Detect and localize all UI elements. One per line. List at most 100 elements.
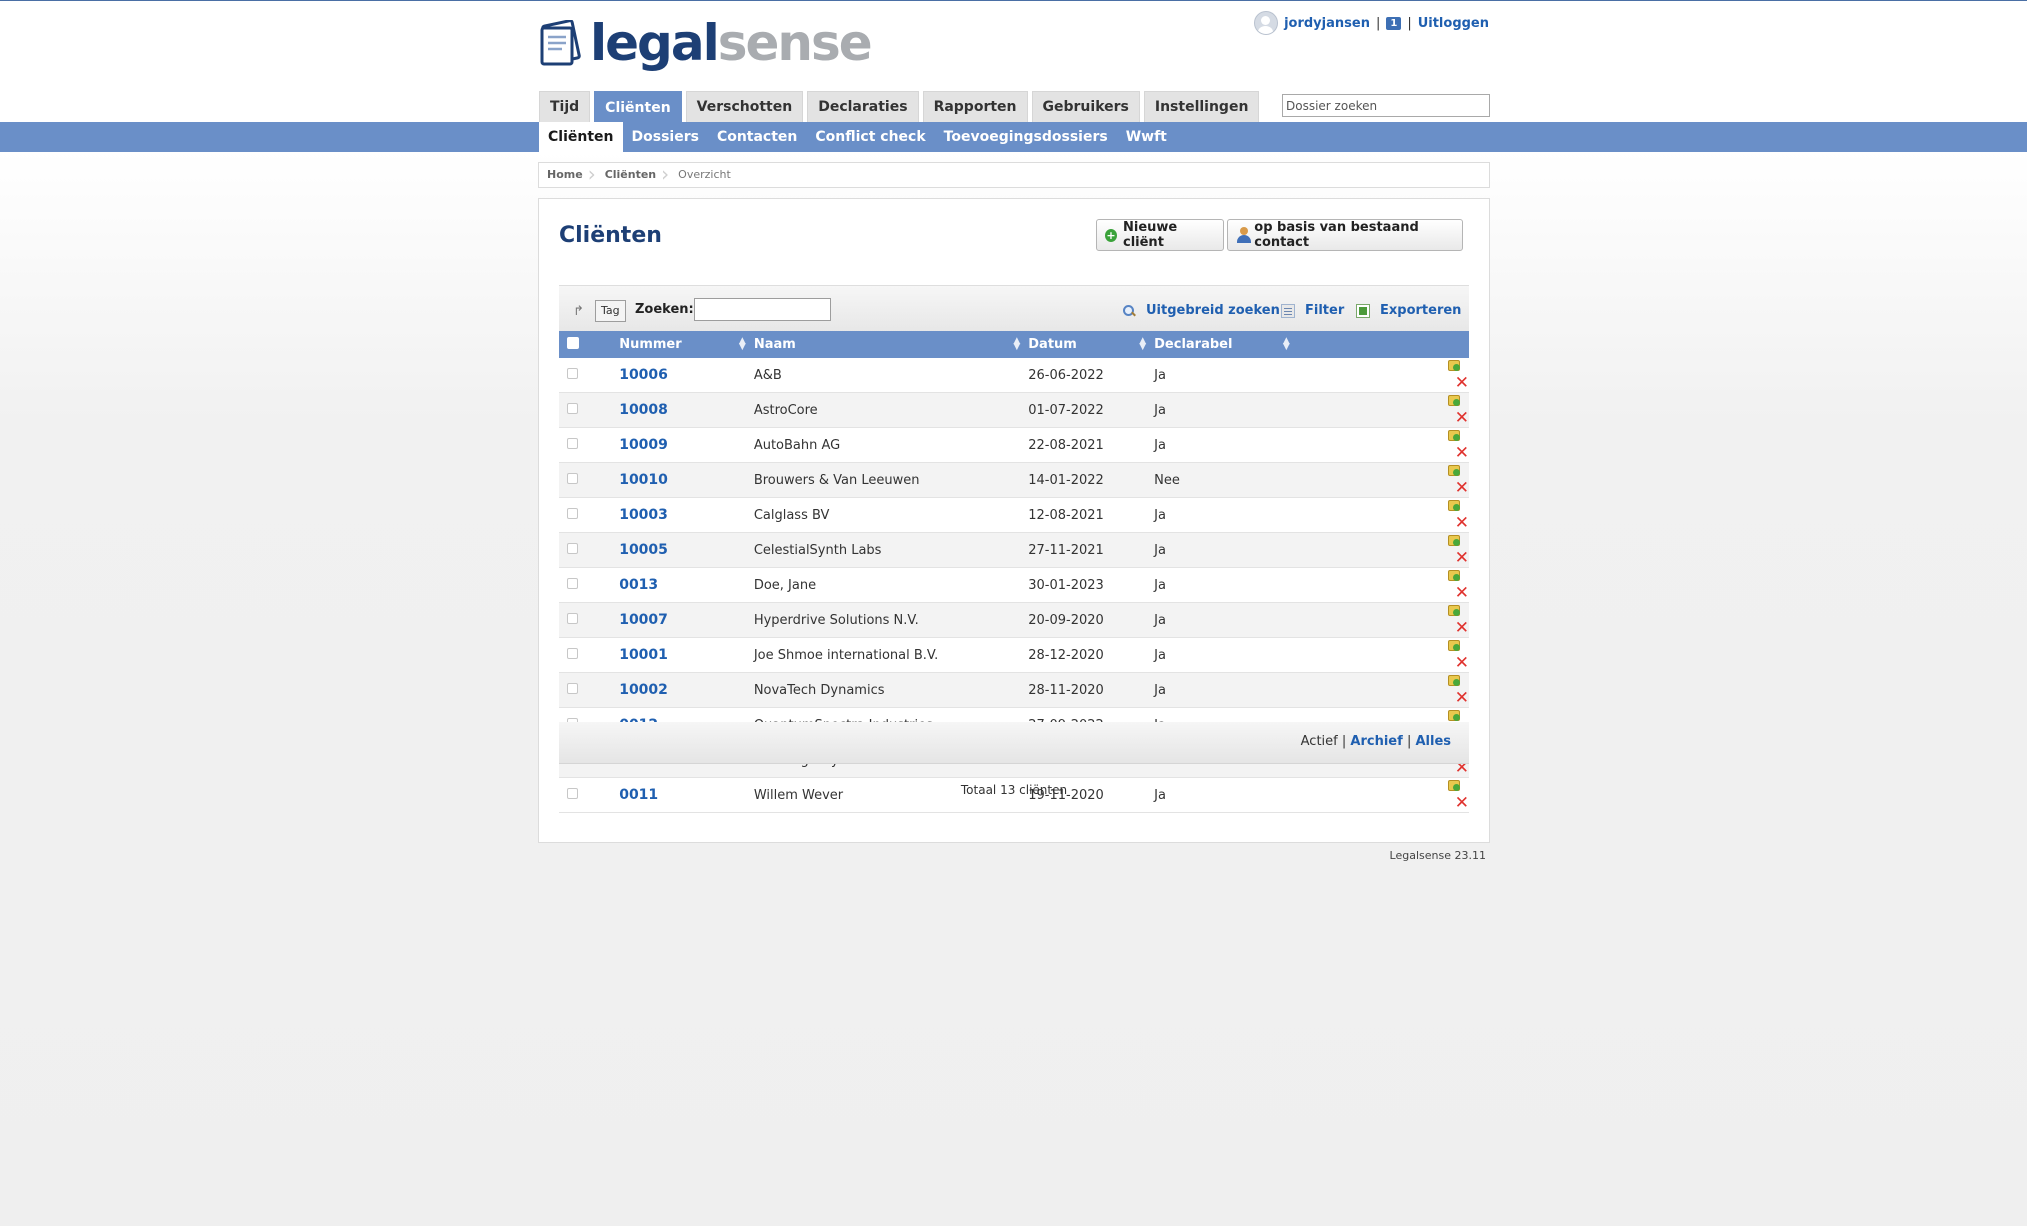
edit-icon[interactable]	[1447, 708, 1461, 722]
edit-icon[interactable]	[1447, 568, 1461, 582]
delete-icon[interactable]: ✕	[1455, 550, 1469, 567]
cell-actions: ✕	[1297, 392, 1469, 428]
delete-icon[interactable]: ✕	[1455, 410, 1469, 427]
client-number-link[interactable]: 10005	[619, 542, 668, 558]
notification-badge[interactable]: 1	[1386, 16, 1402, 30]
row-checkbox[interactable]	[567, 612, 578, 624]
client-number-link[interactable]: 10010	[619, 472, 668, 488]
cell-datum: 14-01-2022	[1028, 462, 1155, 498]
row-checkbox[interactable]	[567, 507, 578, 519]
breadcrumb-clienten[interactable]: Cliënten ›	[597, 163, 670, 187]
row-checkbox[interactable]	[567, 647, 578, 659]
cell-naam: NovaTech Dynamics	[753, 672, 1029, 708]
tab-gebruikers[interactable]: Gebruikers	[1031, 91, 1140, 122]
row-checkbox[interactable]	[567, 682, 578, 694]
person-icon	[1236, 227, 1252, 243]
edit-icon[interactable]	[1447, 428, 1461, 442]
cell-naam: Brouwers & Van Leeuwen	[753, 462, 1029, 498]
tab-tijd[interactable]: Tijd	[539, 91, 591, 122]
delete-icon[interactable]: ✕	[1455, 445, 1469, 462]
filter-alles[interactable]: Alles	[1415, 734, 1451, 749]
column-header-nummer[interactable]: Nummer ▲ ▼	[619, 331, 754, 358]
logo[interactable]: legalsense	[540, 17, 873, 69]
from-contact-button[interactable]: op basis van bestaand contact	[1227, 219, 1463, 251]
subtab-conflict-check[interactable]: Conflict check	[806, 122, 934, 152]
cell-actions: ✕	[1297, 462, 1469, 498]
tab-verschotten[interactable]: Verschotten	[685, 91, 804, 122]
subtab-dossiers[interactable]: Dossiers	[623, 122, 708, 152]
row-select-cell	[559, 358, 620, 393]
client-number-link[interactable]: 10002	[619, 682, 668, 698]
client-number-link[interactable]: 10008	[619, 402, 668, 418]
delete-icon[interactable]: ✕	[1455, 690, 1469, 707]
export-label: Exporteren	[1380, 303, 1462, 318]
new-client-label: Nieuwe cliënt	[1123, 220, 1178, 250]
cell-nummer: 10001	[619, 637, 754, 673]
column-header-naam[interactable]: Naam ▲ ▼	[753, 331, 1029, 358]
client-number-link[interactable]: 10003	[619, 507, 668, 523]
row-checkbox[interactable]	[567, 437, 578, 449]
tab-declaraties[interactable]: Declaraties	[807, 91, 919, 122]
delete-icon[interactable]: ✕	[1455, 655, 1469, 672]
edit-icon[interactable]	[1447, 673, 1461, 687]
filter-link[interactable]: Filter	[1281, 303, 1344, 318]
column-header-datum[interactable]: Datum ▲ ▼	[1028, 331, 1155, 358]
filter-archief[interactable]: Archief	[1350, 734, 1402, 749]
cell-datum: 28-12-2020	[1028, 637, 1155, 673]
tab-rapporten[interactable]: Rapporten	[922, 91, 1028, 122]
avatar[interactable]	[1254, 11, 1279, 35]
client-number-link[interactable]: 10001	[619, 647, 668, 663]
edit-icon[interactable]	[1447, 533, 1461, 547]
subtab-toevoegingsdossiers[interactable]: Toevoegingsdossiers	[935, 122, 1117, 152]
search-input[interactable]	[694, 298, 831, 321]
main-nav-tabs: Tijd Cliënten Verschotten Declaraties Ra…	[539, 91, 1260, 123]
tag-button[interactable]: Tag	[595, 300, 626, 322]
extended-search-link[interactable]: Uitgebreid zoeken	[1122, 303, 1280, 318]
row-checkbox[interactable]	[567, 472, 578, 484]
select-all-checkbox[interactable]	[567, 336, 579, 349]
delete-icon[interactable]: ✕	[1455, 585, 1469, 602]
export-link[interactable]: Exporteren	[1356, 303, 1461, 318]
edit-icon[interactable]	[1447, 498, 1461, 512]
tab-instellingen[interactable]: Instellingen	[1143, 91, 1260, 122]
delete-icon[interactable]: ✕	[1455, 375, 1469, 392]
separator: |	[1375, 15, 1381, 31]
edit-icon[interactable]	[1447, 463, 1461, 477]
row-checkbox[interactable]	[567, 367, 578, 379]
column-header-declarabel[interactable]: Declarabel ▲ ▼	[1154, 331, 1298, 358]
sort-icon: ▲ ▼	[1013, 336, 1021, 352]
new-client-button[interactable]: + Nieuwe cliënt	[1096, 219, 1224, 251]
row-checkbox[interactable]	[567, 577, 578, 589]
row-checkbox[interactable]	[567, 542, 578, 554]
breadcrumb-home[interactable]: Home ›	[539, 163, 597, 187]
row-checkbox[interactable]	[567, 402, 578, 414]
client-number-link[interactable]: 10006	[619, 367, 668, 383]
cell-naam: AutoBahn AG	[753, 427, 1029, 463]
breadcrumb-clienten-label: Cliënten	[604, 168, 657, 181]
tab-clienten[interactable]: Cliënten	[594, 91, 682, 123]
logout-link[interactable]: Uitloggen	[1418, 16, 1489, 31]
delete-icon[interactable]: ✕	[1455, 795, 1469, 812]
chevron-right-icon: ›	[587, 162, 596, 186]
delete-icon[interactable]: ✕	[1455, 515, 1469, 532]
edit-icon[interactable]	[1447, 393, 1461, 407]
edit-icon[interactable]	[1447, 358, 1461, 372]
subtab-wwft[interactable]: Wwft	[1117, 122, 1176, 152]
delete-icon[interactable]: ✕	[1455, 620, 1469, 637]
spreadsheet-icon	[1356, 303, 1370, 318]
client-number-link[interactable]: 0013	[619, 577, 658, 593]
edit-icon[interactable]	[1447, 603, 1461, 617]
client-number-link[interactable]: 10007	[619, 612, 668, 628]
page-title: Cliënten	[559, 223, 662, 248]
edit-icon[interactable]	[1447, 638, 1461, 652]
filter-actief[interactable]: Actief	[1301, 734, 1338, 749]
magnifier-icon	[1122, 304, 1136, 318]
client-number-link[interactable]: 10009	[619, 437, 668, 453]
column-header-label: Datum	[1028, 337, 1077, 352]
subtab-clienten[interactable]: Cliënten	[539, 122, 623, 152]
dossier-search-input[interactable]	[1282, 94, 1490, 117]
username-link[interactable]: jordyjansen	[1284, 16, 1370, 31]
delete-icon[interactable]: ✕	[1455, 480, 1469, 497]
subtab-contacten[interactable]: Contacten	[708, 122, 806, 152]
sort-icon: ▲ ▼	[738, 336, 746, 352]
